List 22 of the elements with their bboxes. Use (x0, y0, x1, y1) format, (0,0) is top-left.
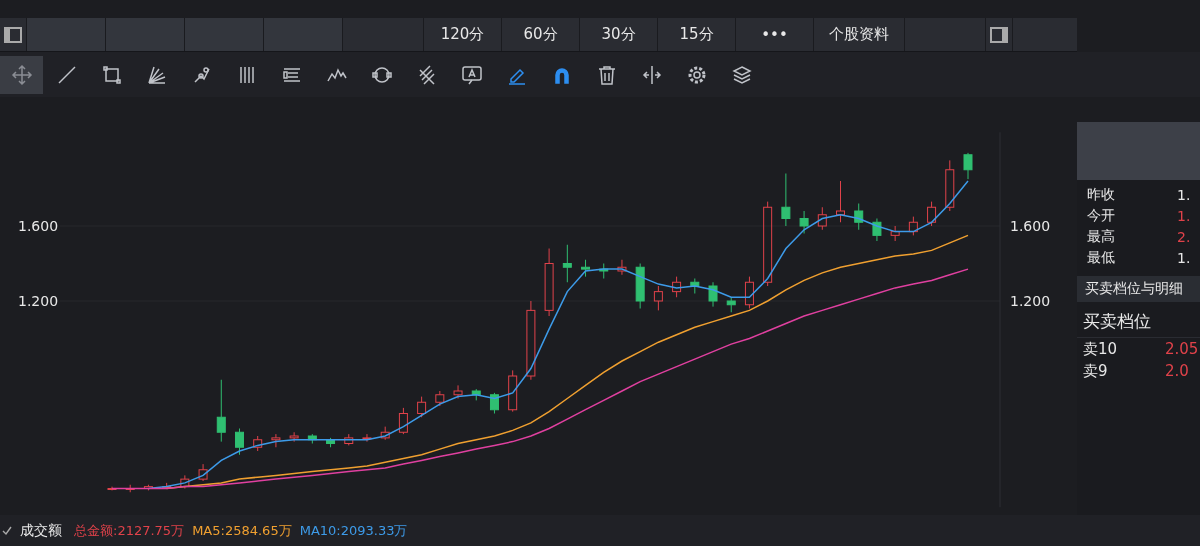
order-level-label: 卖9 (1083, 361, 1109, 381)
y-axis-label: 1.200 (1010, 293, 1051, 309)
quote-value: 1. (1177, 249, 1191, 266)
y-axis-label: 1.600 (18, 218, 59, 234)
order-price: 2.05 (1165, 340, 1199, 358)
section-title: 买卖档位 (1077, 302, 1200, 338)
quote-value: 2. (1177, 228, 1191, 245)
y-axis-label: 1.600 (1010, 218, 1051, 234)
quote-label: 最低 (1087, 248, 1116, 267)
quote-label: 今开 (1087, 206, 1116, 225)
volume-stat: MA10:2093.33万 (299, 521, 408, 540)
order-price: 2.0 (1165, 362, 1189, 380)
section-header[interactable]: 买卖档位与明细 (1077, 276, 1200, 302)
volume-stat: 总金额:2127.75万 (74, 521, 185, 540)
order-level-label: 卖10 (1083, 339, 1119, 359)
quote-value: 1. (1177, 186, 1191, 203)
quote-value: 1. (1177, 207, 1191, 224)
volume-stat: MA5:2584.65万 (192, 521, 292, 540)
quote-label: 昨收 (1087, 185, 1116, 204)
y-axis-label: 1.200 (18, 293, 59, 309)
quote-label: 最高 (1087, 227, 1116, 246)
volume-title: 成交额 (20, 521, 62, 540)
